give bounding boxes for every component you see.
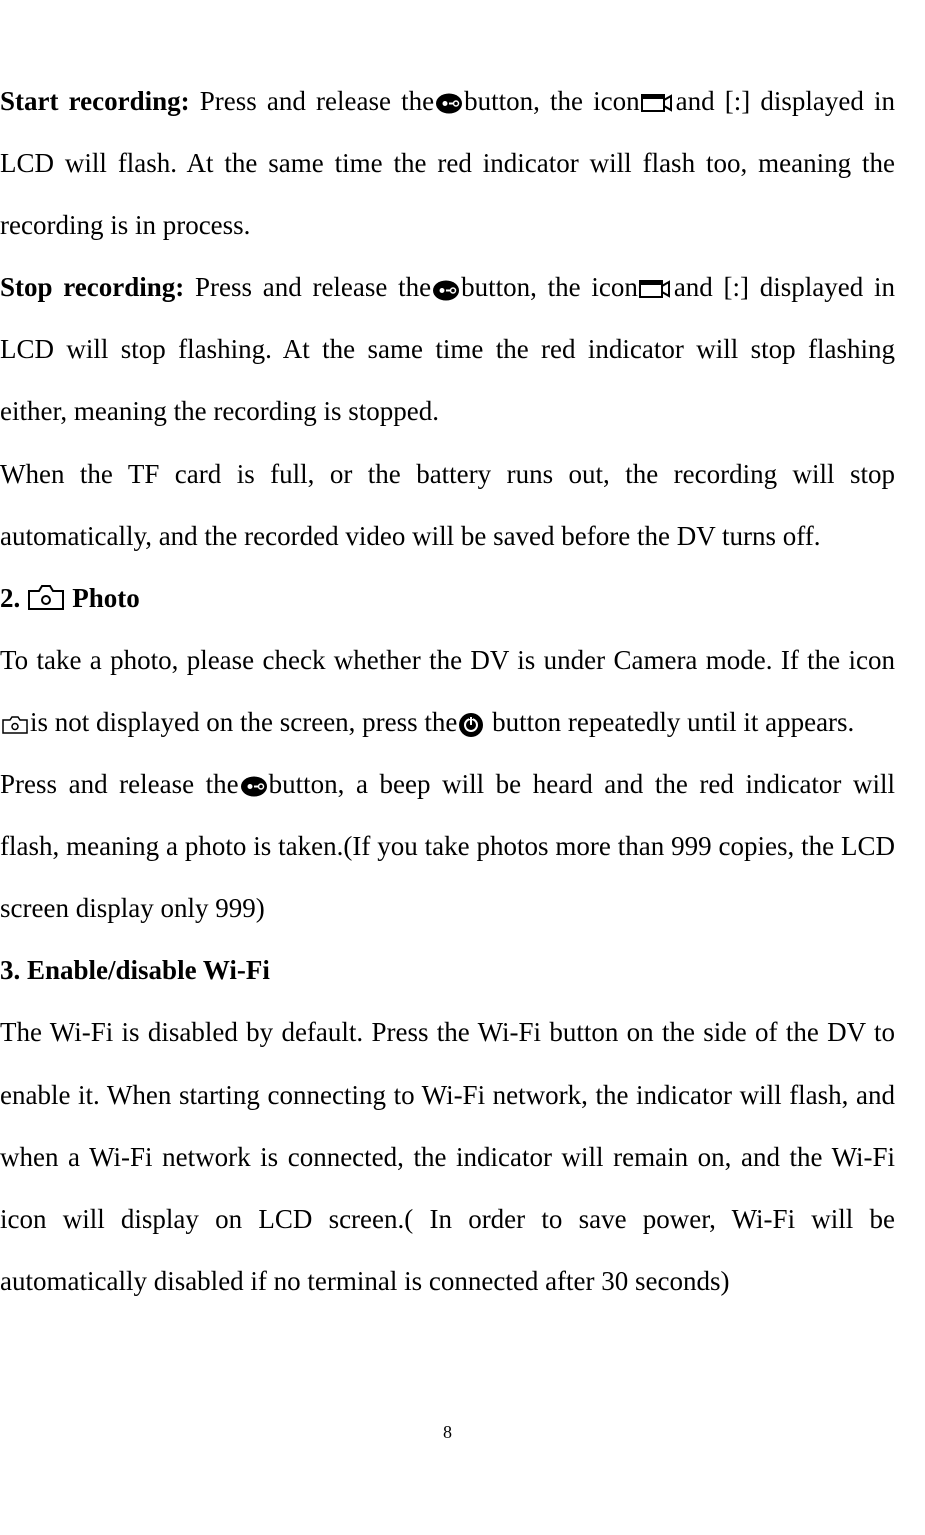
paragraph-wifi: The Wi-Fi is disabled by default. Press … [0, 1001, 895, 1311]
paragraph-tf-card: When the TF card is full, or the battery… [0, 443, 895, 567]
text: Press and release the [184, 272, 431, 302]
text: Press and release the [190, 86, 434, 116]
video-camera-icon [641, 92, 675, 116]
video-camera-icon [639, 278, 673, 302]
section-number: 2. [0, 567, 20, 629]
stop-recording-label: Stop recording: [0, 272, 184, 302]
text: button repeatedly until it appears. [485, 707, 854, 737]
power-button-icon [458, 712, 484, 738]
text: When the TF card is full, or the battery… [0, 459, 895, 551]
text: The Wi-Fi is disabled by default. Press … [0, 1017, 895, 1295]
text: is not displayed on the screen, press th… [30, 707, 457, 737]
text: To take a photo, please check whether th… [0, 645, 895, 675]
text: button, the icon [464, 86, 640, 116]
section-2-heading: 2. Photo [0, 567, 895, 629]
page-number: 8 [0, 1412, 895, 1453]
camera-icon [1, 714, 29, 736]
record-button-icon [432, 279, 460, 302]
paragraph-photo-mode: To take a photo, please check whether th… [0, 629, 895, 753]
paragraph-start-recording: Start recording: Press and release the bu… [0, 70, 895, 256]
section-title: 3. Enable/disable Wi-Fi [0, 955, 270, 985]
text: button, the icon [461, 272, 638, 302]
start-recording-label: Start recording: [0, 86, 190, 116]
section-3-heading: 3. Enable/disable Wi-Fi [0, 939, 895, 1001]
page-number-value: 8 [443, 1422, 452, 1442]
camera-icon [27, 583, 65, 613]
paragraph-take-photo: Press and release thebutton, a beep will… [0, 753, 895, 939]
paragraph-stop-recording: Stop recording: Press and release the but… [0, 256, 895, 442]
record-button-icon [435, 92, 463, 115]
record-button-icon [240, 775, 268, 798]
text: Press and release the [0, 769, 239, 799]
section-title: Photo [72, 567, 140, 629]
